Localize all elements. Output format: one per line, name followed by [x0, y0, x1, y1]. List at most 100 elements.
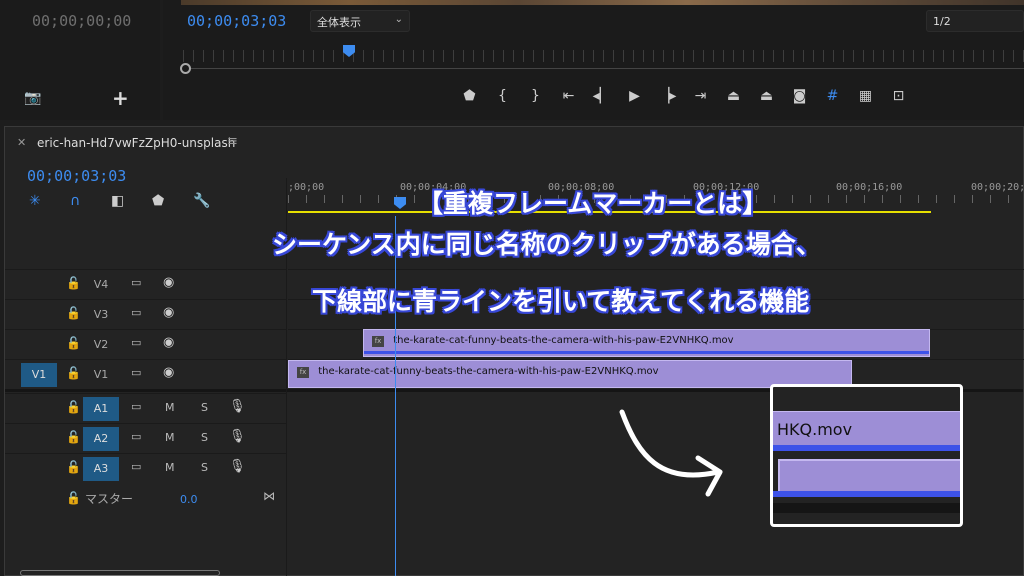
- chevron-down-icon: ⌄: [394, 14, 403, 25]
- lock-icon[interactable]: 🔓: [66, 336, 81, 350]
- comparison-view-icon[interactable]: #: [816, 88, 849, 104]
- track-name[interactable]: V1: [83, 363, 119, 387]
- zoom-callout: HKQ.mov: [770, 384, 963, 527]
- sync-lock-icon[interactable]: ▭: [131, 336, 141, 349]
- timeline-scrollbar[interactable]: [20, 570, 220, 576]
- zoom-scroll-track[interactable]: [183, 68, 1024, 69]
- export-frame-icon[interactable]: 📷: [24, 90, 41, 106]
- track-name[interactable]: V3: [83, 303, 119, 327]
- add-marker-icon[interactable]: ⬟: [152, 193, 193, 209]
- go-to-out-icon[interactable]: ⇥: [684, 88, 717, 104]
- sync-lock-icon[interactable]: ▭: [131, 306, 141, 319]
- track-name[interactable]: V2: [83, 333, 119, 357]
- close-icon[interactable]: ✕: [17, 136, 26, 149]
- track-name[interactable]: A2: [83, 427, 119, 451]
- nest-icon[interactable]: ✳: [29, 193, 70, 209]
- solo-button[interactable]: S: [201, 401, 208, 414]
- clip-v1[interactable]: fx the-karate-cat-funny-beats-the-camera…: [288, 360, 852, 388]
- lift-icon[interactable]: ⏏: [717, 88, 750, 104]
- master-label: マスター: [85, 492, 134, 506]
- sync-lock-icon[interactable]: ▭: [131, 430, 141, 443]
- lock-icon[interactable]: 🔓: [66, 430, 81, 444]
- clip-v2[interactable]: fx the-karate-cat-funny-beats-the-camera…: [363, 329, 930, 357]
- resolution-dropdown-value: 1/2: [933, 15, 951, 28]
- overlay-line3: 下線部に青ラインを引いて教えてくれる機能: [312, 287, 810, 316]
- eye-icon[interactable]: ◉: [163, 335, 174, 350]
- track-name[interactable]: V4: [83, 273, 119, 297]
- curved-arrow-icon: [619, 409, 723, 497]
- mark-in-icon[interactable]: {: [486, 88, 519, 104]
- zoom-scroll-handle[interactable]: [180, 63, 191, 74]
- microphone-icon[interactable]: 🎙: [229, 429, 246, 444]
- add-button[interactable]: +: [112, 86, 129, 110]
- step-back-icon[interactable]: ◂▏: [585, 88, 618, 104]
- program-ruler[interactable]: [183, 50, 1024, 62]
- add-marker-icon[interactable]: ⬟: [453, 88, 486, 104]
- source-patch-v1[interactable]: V1: [21, 363, 57, 387]
- eye-icon[interactable]: ◉: [163, 305, 174, 320]
- program-preview-image: [181, 0, 1024, 5]
- timeline-playhead[interactable]: [394, 197, 406, 209]
- export-frame-icon[interactable]: ◙: [783, 88, 816, 104]
- go-to-end-icon[interactable]: ⋈: [263, 489, 275, 503]
- lock-icon[interactable]: 🔓: [66, 276, 81, 290]
- mute-button[interactable]: M: [165, 401, 175, 414]
- extract-icon[interactable]: ⏏: [750, 88, 783, 104]
- go-to-in-icon[interactable]: ⇤: [552, 88, 585, 104]
- sync-lock-icon[interactable]: ▭: [131, 366, 141, 379]
- wrench-icon[interactable]: 🔧: [193, 193, 234, 209]
- source-monitor-panel: 00;00;00;00 📷 +: [0, 0, 160, 120]
- sequence-timecode[interactable]: 00;00;03;03: [27, 167, 126, 185]
- program-timecode[interactable]: 00;00;03;03: [187, 12, 286, 30]
- track-header-v4: 🔓 V4 ▭ ◉: [5, 269, 287, 299]
- sync-lock-icon[interactable]: ▭: [131, 400, 141, 413]
- lock-icon[interactable]: 🔓: [66, 400, 81, 414]
- master-track-header: 🔓 マスター 0.0 ⋈: [5, 485, 287, 515]
- eye-icon[interactable]: ◉: [163, 365, 174, 380]
- mute-button[interactable]: M: [165, 461, 175, 474]
- mark-out-icon[interactable]: }: [519, 88, 552, 104]
- lock-icon[interactable]: 🔓: [66, 491, 81, 505]
- playhead-line: [395, 216, 396, 576]
- track-header-a1: 🔓 A1 ▭ M S 🎙: [5, 393, 287, 423]
- fx-badge: fx: [297, 367, 309, 378]
- step-forward-icon[interactable]: ▕▸: [651, 88, 684, 104]
- fit-dropdown-value: 全体表示: [317, 16, 361, 29]
- mute-button[interactable]: M: [165, 431, 175, 444]
- panel-menu-icon[interactable]: ≡: [227, 134, 238, 149]
- program-monitor-panel: 00;00;03;03 全体表示 ⌄ 1/2 ⬟ { } ⇤ ◂▏ ▶ ▕▸ ⇥…: [163, 0, 1024, 120]
- master-volume-value[interactable]: 0.0: [180, 493, 198, 506]
- lock-icon[interactable]: 🔓: [66, 366, 81, 380]
- button-editor-icon[interactable]: ⊡: [882, 88, 915, 104]
- track-name[interactable]: A3: [83, 457, 119, 481]
- solo-button[interactable]: S: [201, 431, 208, 444]
- source-timecode[interactable]: 00;00;00;00: [32, 12, 131, 30]
- duplicate-frame-marker: [364, 351, 929, 354]
- sequence-name[interactable]: eric-han-Hd7vwFzZpH0-unsplash: [37, 136, 235, 150]
- ruler-label: 00;00;20;00: [971, 182, 1024, 193]
- track-header-v3: 🔓 V3 ▭ ◉: [5, 299, 287, 329]
- microphone-icon[interactable]: 🎙: [229, 459, 246, 474]
- track-header-v1: V1 🔓 V1 ▭ ◉: [5, 359, 287, 389]
- sync-lock-icon[interactable]: ▭: [131, 460, 141, 473]
- track-name[interactable]: A1: [83, 397, 119, 421]
- solo-button[interactable]: S: [201, 461, 208, 474]
- resolution-dropdown[interactable]: 1/2: [926, 10, 1024, 32]
- snap-icon[interactable]: ∩: [70, 193, 111, 209]
- microphone-icon[interactable]: 🎙: [229, 399, 246, 414]
- play-icon[interactable]: ▶: [618, 88, 651, 104]
- sync-lock-icon[interactable]: ▭: [131, 276, 141, 289]
- zoomed-duplicate-marker: [773, 491, 960, 497]
- ruler-label: 00;00;16;00: [836, 182, 903, 193]
- zoomed-divider: [773, 503, 960, 513]
- linked-selection-icon[interactable]: ◧: [111, 193, 152, 209]
- ruler-label: ;00;00: [288, 182, 325, 193]
- zoomed-duplicate-marker: [773, 445, 960, 451]
- clip-name: the-karate-cat-funny-beats-the-camera-wi…: [393, 335, 734, 346]
- eye-icon[interactable]: ◉: [163, 275, 174, 290]
- settings-icon[interactable]: ▦: [849, 88, 882, 104]
- lock-icon[interactable]: 🔓: [66, 306, 81, 320]
- fit-dropdown[interactable]: 全体表示 ⌄: [310, 10, 410, 32]
- timeline-tab[interactable]: ✕ eric-han-Hd7vwFzZpH0-unsplash ≡: [5, 127, 1024, 159]
- lock-icon[interactable]: 🔓: [66, 460, 81, 474]
